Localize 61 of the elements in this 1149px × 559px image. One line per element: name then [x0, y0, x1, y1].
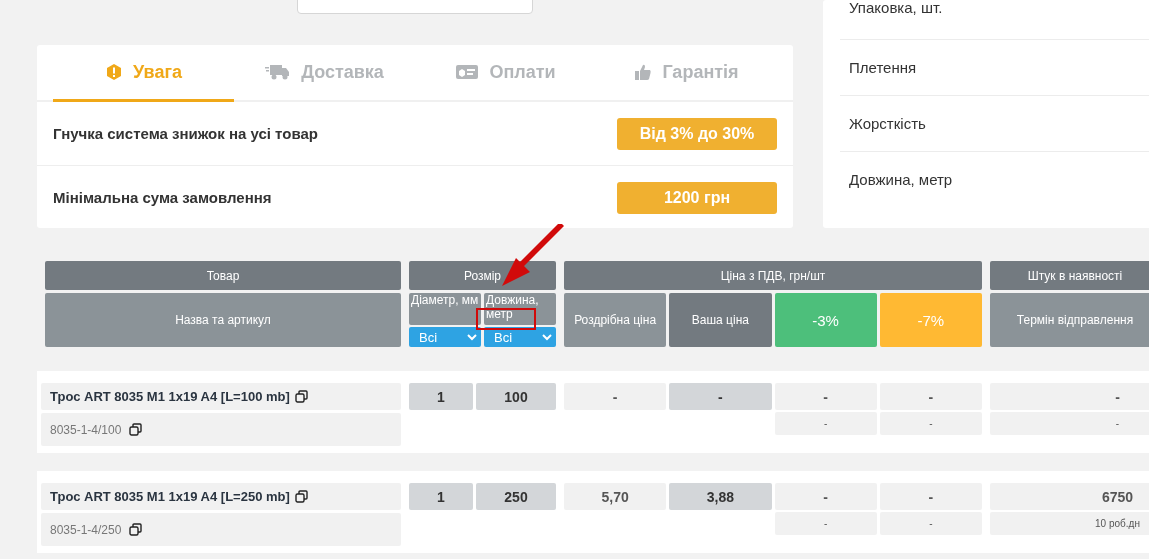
table-cell: 5,70: [564, 483, 667, 510]
table-cell: -: [990, 383, 1149, 410]
spec-label: Довжина, метр: [849, 171, 953, 188]
column-header: Довжина, метр: [484, 293, 556, 325]
table-cell: -: [879, 512, 982, 535]
info-label: Мінімальна сума замовлення: [53, 189, 272, 206]
copy-icon[interactable]: [294, 490, 308, 503]
column-header: Термін відправлення: [990, 293, 1149, 347]
column-header: -3%: [774, 293, 877, 347]
tab[interactable]: Гарантія: [596, 45, 777, 102]
table-cell: 100: [476, 383, 556, 410]
table-cell: 1: [409, 383, 473, 410]
table-cell: -: [990, 412, 1149, 435]
column-header: Назва та артикул: [45, 293, 401, 347]
spec-label: Упаковка, шт.: [849, 0, 943, 16]
table-cell: 250: [476, 483, 556, 510]
column-header: -7%: [879, 293, 982, 347]
table-cell: -: [879, 412, 982, 435]
copy-icon[interactable]: [129, 423, 143, 436]
column-header: Ваша ціна: [669, 293, 772, 347]
tab[interactable]: Оплати: [415, 45, 596, 102]
table-cell: -: [774, 512, 877, 535]
spec-label: Жорсткість: [849, 115, 926, 132]
tab[interactable]: Доставка: [234, 45, 415, 102]
column-group-header: Штук в наявності: [990, 261, 1149, 290]
column-group-header: Товар: [45, 261, 401, 290]
filter-dropdown[interactable]: Всі: [484, 327, 556, 347]
highlight-badge: Від 3% до 30%: [617, 117, 777, 150]
product-name: Трос ART 8035 M1 1x19 A4 [L=250 mb]: [50, 489, 290, 504]
table-cell: -: [669, 383, 772, 410]
table-cell: -: [564, 383, 667, 410]
warning-icon: [105, 63, 124, 81]
table-cell: 10 роб.дн: [990, 512, 1149, 535]
copy-icon[interactable]: [129, 523, 143, 536]
table-cell: -: [774, 412, 877, 435]
article-number: 8035-1-4/100: [50, 422, 122, 437]
tab[interactable]: Увага: [53, 45, 234, 102]
card-icon: [455, 63, 480, 81]
table-cell: 1: [409, 483, 473, 510]
info-label: Гнучка система знижок на усі товар: [53, 125, 318, 142]
thumbs-up-icon: [634, 63, 653, 81]
truck-icon: [265, 63, 292, 81]
column-group-header: Ціна з ПДВ, грн/шт: [564, 261, 982, 290]
column-header: Роздрібна ціна: [564, 293, 667, 347]
highlight-badge: 1200 грн: [617, 181, 777, 214]
spec-label: Плетення: [849, 59, 917, 76]
table-cell: 6750: [990, 483, 1149, 510]
column-group-header: Розмір: [409, 261, 556, 290]
table-cell: 3,88: [669, 483, 772, 510]
article-number: 8035-1-4/250: [50, 522, 122, 537]
table-cell: -: [774, 483, 877, 510]
table-cell: -: [774, 383, 877, 410]
table-cell: -: [879, 483, 982, 510]
chevron-down-icon: [542, 333, 552, 341]
column-header: Діаметр, мм: [409, 293, 481, 325]
chevron-down-icon: [467, 333, 477, 341]
product-name: Трос ART 8035 M1 1x19 A4 [L=100 mb]: [50, 389, 290, 404]
table-cell: -: [879, 383, 982, 410]
highlight-box: [476, 308, 536, 330]
filter-dropdown[interactable]: Всі: [409, 327, 481, 347]
copy-icon[interactable]: [294, 390, 308, 403]
